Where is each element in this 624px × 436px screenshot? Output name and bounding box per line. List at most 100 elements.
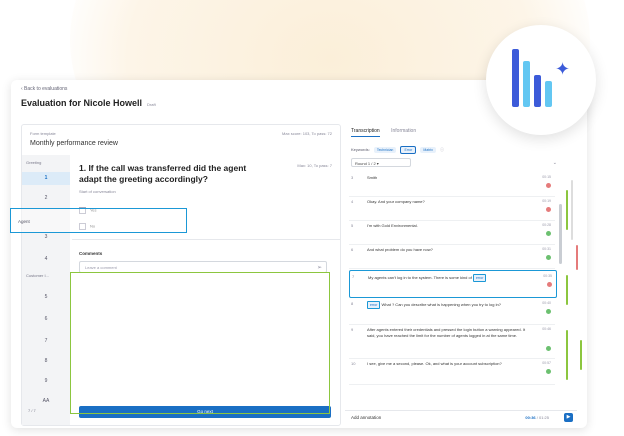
fail-status-icon [546,207,551,212]
page-title: Evaluation for Nicole Howell Draft [21,98,156,108]
step-pager[interactable]: 7 / 7 [28,408,36,413]
step-9[interactable]: 9 [22,375,70,388]
fail-status-icon [547,282,552,287]
message-index: 3 [351,175,354,180]
info-icon[interactable]: ⓘ [440,147,444,152]
transcript-tabs: Transcription Information [351,128,426,137]
template-name: Monthly performance review [30,140,118,147]
chevron-down-icon[interactable]: ⌄ [553,160,557,166]
keywords-row: Keywords: Technician Error Matrix ⓘ [351,146,444,154]
question-score: Max: 10, To pass: 7 [297,163,332,168]
pass-status-icon [546,346,551,351]
pass-status-icon [546,255,551,260]
step-2[interactable]: 2 [22,192,70,205]
fail-status-icon [546,183,551,188]
round-select[interactable]: Round 1 / 2 ▾ [351,158,411,167]
timeline-marker-green [566,275,568,305]
message-7[interactable]: 7 My agents can't log in to the system. … [349,270,557,298]
bar-chart-sparkle-icon [512,49,519,107]
keyword-chip-error[interactable]: Error [400,146,417,154]
time-total: / 01:25 [536,415,549,420]
timeline-marker-green [566,190,568,230]
message-time: 00:28 [542,223,551,227]
message-time: 00:35 [543,274,552,278]
message-text: I see, give me a second, please. Ok, and… [367,361,502,366]
message-9[interactable]: 9 After agents entered their credentials… [349,324,555,359]
timeline-marker-red [576,245,578,270]
message-time: 00:19 [542,199,551,203]
keyword-chip-matrix[interactable]: Matrix [420,147,436,153]
step-6[interactable]: 6 [22,313,70,326]
message-5[interactable]: 5 I'm with Gold Environmental. 00:28 [349,220,555,245]
sparkle-icon: ✦ [555,59,571,79]
template-label: Form template [30,131,56,136]
message-text-part: My agents can't log in to the system. Th… [368,275,472,280]
message-index: 7 [352,274,355,279]
transcript-scrollbar[interactable] [559,204,562,264]
message-text: Okay. And your company name? [367,199,425,204]
step-5[interactable]: 5 [22,291,70,304]
step-8[interactable]: 8 [22,355,70,368]
question-title: 1. If the call was transferred did the a… [79,163,247,184]
pass-status-icon [546,369,551,374]
keyword-highlight[interactable]: error [367,301,381,309]
logo-bar-4 [545,81,552,107]
message-text-part: What ? Can you describe what is happenin… [381,302,501,307]
message-text: error What ? Can you describe what is ha… [367,301,527,309]
draft-badge: Draft [147,102,156,107]
tab-transcription[interactable]: Transcription [351,128,380,137]
pass-status-icon [546,231,551,236]
keyword-highlight[interactable]: error [472,274,487,282]
timeline-marker-green [580,340,582,370]
comment-placeholder: Leave a comment [85,265,117,270]
step-7[interactable]: 7 [22,335,70,348]
message-time: 00:57 [542,361,551,365]
message-time: 00:40 [542,301,551,305]
message-text: Smith [367,175,378,180]
message-index: 10 [351,361,356,366]
message-index: 8 [351,301,354,306]
logo-bar-3 [534,75,541,107]
product-logo: ✦ [486,25,596,135]
message-index: 6 [351,247,354,252]
tab-information[interactable]: Information [391,128,416,134]
message-3[interactable]: 3 Smith 00:15 [349,172,555,197]
back-link[interactable]: ‹ Back to evaluations [21,86,67,92]
message-index: 5 [351,223,354,228]
comments-area-highlight [70,272,330,414]
step-navigator: Greeting 1 2 3 4 Customer I... 5 6 7 8 9… [22,155,70,425]
message-text: I'm with Gold Environmental. [367,223,418,228]
message-time: 00:15 [542,175,551,179]
message-index: 9 [351,327,354,332]
step-1[interactable]: 1 [22,172,70,185]
divider [72,239,340,240]
keyword-chip-technician[interactable]: Technician [373,147,397,153]
message-index: 4 [351,199,354,204]
message-text: And what problem do you have now? [367,247,433,252]
message-time: 00:46 [542,327,551,331]
message-10[interactable]: 10 I see, give me a second, please. Ok, … [349,358,555,385]
step-aa[interactable]: AA [22,395,70,408]
message-6[interactable]: 6 And what problem do you have now? 00:3… [349,244,555,269]
agent-section-highlight [10,208,187,233]
max-score: Max score: 103, To pass: 72 [282,131,332,136]
step-4[interactable]: 4 [22,253,70,266]
play-icon[interactable]: ▶ [564,413,573,422]
time-readout: 00:36 / 01:25 [525,415,549,420]
question-subtitle: Start of conversation [79,189,116,194]
section-label-agent: Agent [18,219,30,224]
logo-bar-2 [523,61,530,107]
timeline-track [571,180,573,240]
message-8[interactable]: 8 error What ? Can you describe what is … [349,298,555,325]
message-4[interactable]: 4 Okay. And your company name? 00:19 [349,196,555,221]
add-annotation-button[interactable]: Add annotation [351,415,381,420]
player-bar: Add annotation 00:36 / 01:25 ▶ [345,410,577,425]
message-text: After agents entered their credentials a… [367,327,526,338]
round-select-value: Round 1 / 2 [355,161,376,166]
comments-label: Comments [79,251,103,256]
pass-status-icon [546,309,551,314]
keywords-label: Keywords: [351,147,370,152]
section-label-customer: Customer I... [26,273,49,278]
page-title-text: Evaluation for Nicole Howell [21,98,143,108]
time-current: 00:36 [525,415,536,420]
